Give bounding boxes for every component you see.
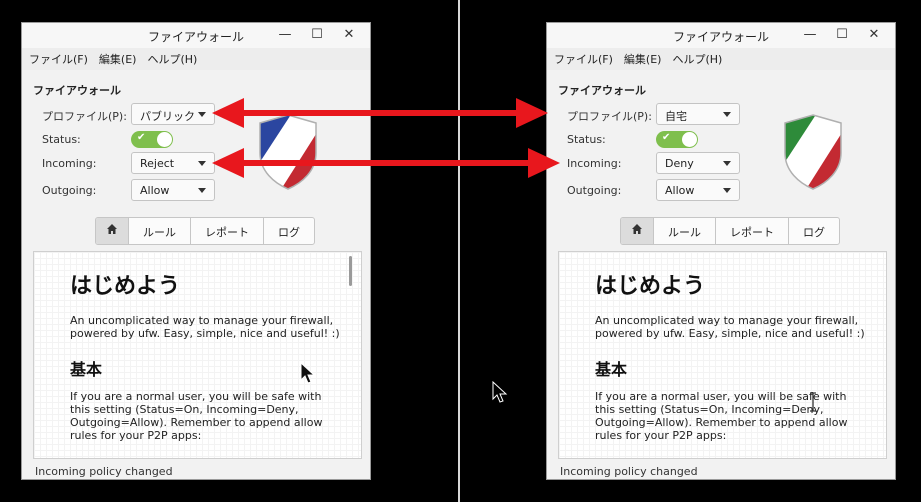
incoming-comparison-arrow xyxy=(212,148,560,178)
text-cursor-icon xyxy=(810,392,816,412)
annotation-arrows xyxy=(212,98,560,178)
mouse-pointer-icon xyxy=(300,362,316,384)
profile-comparison-arrow xyxy=(212,98,548,128)
mouse-pointer-icon xyxy=(492,381,508,403)
